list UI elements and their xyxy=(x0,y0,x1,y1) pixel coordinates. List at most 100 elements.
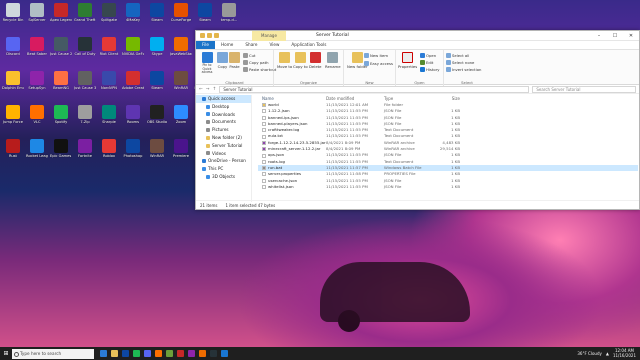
desktop-icon[interactable]: Epic Games Launcher xyxy=(50,139,72,166)
clock[interactable]: 12:04 AM 11/16/2021 xyxy=(613,348,636,358)
nav-item[interactable]: Server Tutorial xyxy=(196,142,251,150)
desktop-icon[interactable]: Beat Saber xyxy=(26,37,48,64)
desktop-icon[interactable]: 4MaKey xyxy=(122,3,144,30)
nav-item[interactable]: This PC xyxy=(196,165,251,173)
open-button[interactable]: Open xyxy=(420,53,436,58)
desktop-icon[interactable]: Dolphin Emu xyxy=(2,71,24,98)
nav-item[interactable]: Pictures xyxy=(196,126,251,134)
copy-to-button[interactable]: Copy to xyxy=(293,52,308,69)
rename-button[interactable]: Rename xyxy=(325,52,341,69)
paste-button[interactable]: Paste xyxy=(229,52,240,69)
nav-item[interactable]: Videos xyxy=(196,150,251,158)
quick-access-toolbar[interactable] xyxy=(200,33,219,38)
desktop-icon[interactable]: Rooms xyxy=(122,105,144,132)
tab-view[interactable]: View xyxy=(263,41,285,49)
desktop-icon[interactable]: Splitgate xyxy=(98,3,120,30)
desktop-icon[interactable]: Skype xyxy=(146,37,168,64)
desktop-icon[interactable]: SetupSyn xyxy=(26,71,48,98)
nav-item[interactable]: OneDrive - Person xyxy=(196,157,251,165)
desktop-icon[interactable]: OBS Studio xyxy=(146,105,168,132)
tab-application-tools[interactable]: Application Tools xyxy=(285,41,332,49)
desktop-icon[interactable]: Spotify xyxy=(50,105,72,132)
delete-button[interactable]: Delete xyxy=(309,52,321,69)
desktop-icon[interactable]: JavaWebStart xyxy=(170,37,192,64)
cut-button[interactable]: Cut xyxy=(243,53,256,58)
desktop-icon[interactable]: WinRAR xyxy=(170,71,192,98)
edit-button[interactable]: Edit xyxy=(420,60,433,65)
desktop-icon[interactable]: Premiere xyxy=(170,139,192,166)
desktop-icon[interactable]: Just Cause 3 xyxy=(74,71,96,98)
windows-start-icon[interactable]: ⊞ xyxy=(0,347,12,360)
move-to-button[interactable]: Move to xyxy=(277,52,292,69)
taskbar-app[interactable] xyxy=(219,347,230,360)
taskbar-app[interactable] xyxy=(175,347,186,360)
nav-item[interactable]: Desktop xyxy=(196,103,251,111)
minimize-icon[interactable]: – xyxy=(591,31,607,41)
column-name[interactable]: Name xyxy=(258,95,326,102)
desktop-icon[interactable]: Discord xyxy=(2,37,24,64)
column-date[interactable]: Date modified xyxy=(326,95,384,102)
network-icon[interactable]: ▲ xyxy=(606,351,609,356)
desktop-icon[interactable]: Sharpie xyxy=(98,105,120,132)
tab-share[interactable]: Share xyxy=(239,41,263,49)
new-item-button[interactable]: New item xyxy=(364,53,388,58)
up-icon[interactable]: ↑ xyxy=(213,87,217,92)
taskbar-app[interactable] xyxy=(120,347,131,360)
paste-shortcut-button[interactable]: Paste shortcut xyxy=(243,67,276,72)
properties-button[interactable]: Properties xyxy=(398,52,417,69)
desktop-icon[interactable]: Call of Duty xyxy=(74,37,96,64)
desktop-icon[interactable]: NordVPN xyxy=(98,71,120,98)
desktop-icon[interactable]: Jump Force xyxy=(2,105,24,132)
desktop-icon[interactable]: Zoom xyxy=(170,105,192,132)
desktop-icon[interactable]: BeamNG xyxy=(50,71,72,98)
desktop-icon[interactable]: Steam xyxy=(194,3,216,30)
history-button[interactable]: History xyxy=(420,67,440,72)
desktop-icon[interactable]: Steam xyxy=(146,3,168,30)
column-size[interactable]: Size xyxy=(430,95,460,102)
forward-icon[interactable]: → xyxy=(206,87,210,92)
taskbar-app[interactable] xyxy=(208,347,219,360)
taskbar-app[interactable] xyxy=(142,347,153,360)
manage-context-tab[interactable]: Manage xyxy=(252,31,286,41)
desktop-icon[interactable]: CurseForge xyxy=(170,3,192,30)
desktop-icon[interactable]: Riot Client xyxy=(98,37,120,64)
taskbar-app[interactable] xyxy=(131,347,142,360)
tab-file[interactable]: File xyxy=(196,41,216,49)
taskbar-app[interactable] xyxy=(197,347,208,360)
taskbar-app[interactable] xyxy=(153,347,164,360)
desktop-icon[interactable]: Fortnite xyxy=(74,139,96,166)
desktop-icon[interactable]: temp-d... xyxy=(218,3,240,30)
taskbar-search-input[interactable]: Type here to search xyxy=(12,348,94,359)
pin-button[interactable]: Pin to Quick access xyxy=(198,52,216,75)
desktop-icon[interactable]: Recycle Bin xyxy=(2,3,24,30)
desktop-icon[interactable]: WinRAR xyxy=(146,139,168,166)
taskbar-app[interactable] xyxy=(186,347,197,360)
select-none-button[interactable]: Select none xyxy=(446,60,474,65)
nav-item[interactable]: New folder (2) xyxy=(196,134,251,142)
taskbar-app[interactable] xyxy=(98,347,109,360)
maximize-icon[interactable]: ☐ xyxy=(607,31,623,41)
weather-widget[interactable]: 36°F Cloudy xyxy=(577,351,601,356)
column-type[interactable]: Type xyxy=(384,95,430,102)
nav-item[interactable]: Quick access xyxy=(196,95,251,103)
desktop-icon[interactable]: Steam xyxy=(146,71,168,98)
close-icon[interactable]: ✕ xyxy=(623,31,639,41)
taskbar-app[interactable] xyxy=(109,347,120,360)
desktop-icon[interactable]: Rocket League xyxy=(26,139,48,166)
desktop-icon[interactable]: Rust xyxy=(2,139,24,166)
desktop-icon[interactable]: Grand Theft Auto V xyxy=(74,3,96,30)
tab-home[interactable]: Home xyxy=(215,41,239,49)
invert-selection-button[interactable]: Invert selection xyxy=(446,67,481,72)
desktop-icon[interactable]: Roblox xyxy=(98,139,120,166)
desktop-icon[interactable]: VLC xyxy=(26,105,48,132)
nav-item[interactable]: Documents xyxy=(196,118,251,126)
back-icon[interactable]: ← xyxy=(199,87,203,92)
copy-button[interactable]: Copy xyxy=(217,52,228,69)
desktop-icon[interactable]: SqlServer xyxy=(26,3,48,30)
taskbar-app[interactable] xyxy=(164,347,175,360)
easy-access-button[interactable]: Easy access xyxy=(364,61,393,66)
nav-item[interactable]: Downloads xyxy=(196,111,251,119)
desktop-icon[interactable]: Photoshop xyxy=(122,139,144,166)
desktop-icon[interactable]: NVIDIA GeForce Ex... xyxy=(122,37,144,64)
desktop-icon[interactable]: 7-Zip xyxy=(74,105,96,132)
